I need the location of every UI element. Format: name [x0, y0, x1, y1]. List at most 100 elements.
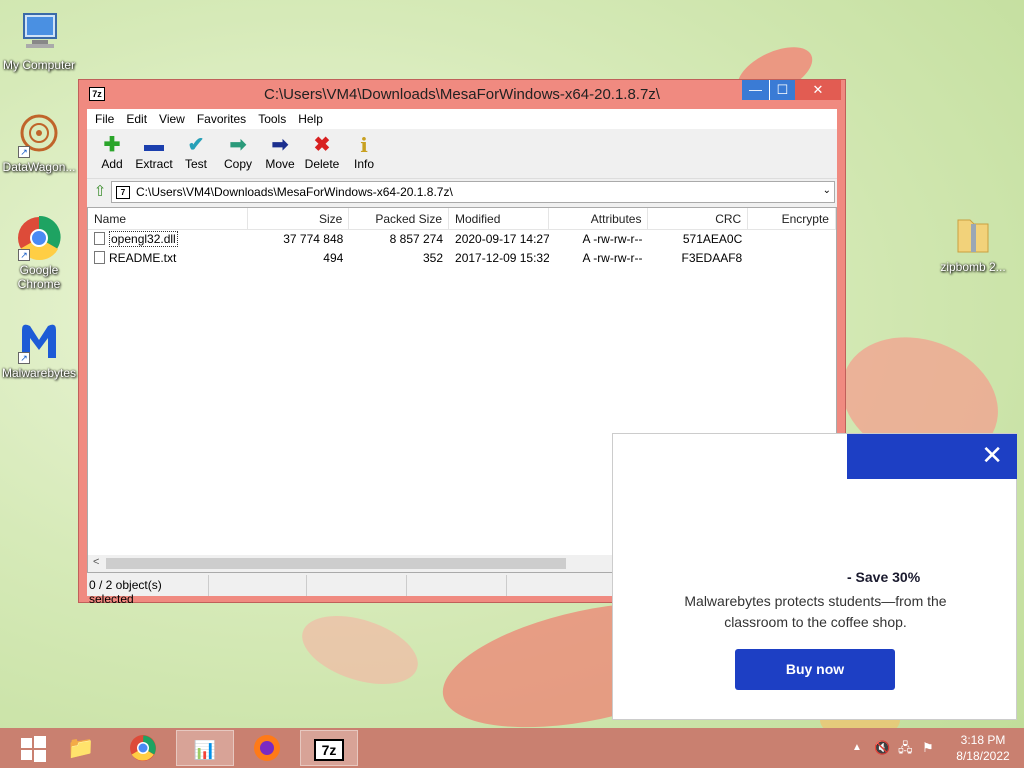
show-hidden-icons-icon[interactable]: ▲: [852, 728, 862, 768]
toolbar: ✚ Add ▬ Extract ✔ Test ➡ Copy ➡ Move ✖ D…: [87, 129, 837, 179]
taskbar-file-explorer[interactable]: 📁: [52, 730, 110, 766]
column-size[interactable]: Size: [248, 208, 350, 230]
text-file-icon: [94, 251, 105, 264]
desktop-icon-label: Malwarebytes: [1, 366, 77, 380]
desktop-icon-label: My Computer: [2, 58, 76, 72]
column-name[interactable]: Name: [88, 208, 248, 230]
table-row[interactable]: opengl32.dll 37 774 848 8 857 274 2020-0…: [88, 230, 836, 249]
system-clock[interactable]: 3:18 PM 8/18/2022: [948, 732, 1018, 764]
table-row[interactable]: README.txt 494 352 2017-12-09 15:32 A -r…: [88, 249, 836, 268]
clock-date: 8/18/2022: [956, 749, 1010, 763]
desktop-icon-malwarebytes[interactable]: ↗ Malwarebytes: [0, 318, 78, 380]
close-button[interactable]: ✕: [795, 80, 841, 100]
file-packed-size: 352: [423, 251, 444, 265]
windows-logo-icon: [21, 736, 46, 762]
file-packed-size: 8 857 274: [389, 232, 444, 246]
column-modified[interactable]: Modified: [449, 208, 549, 230]
status-panel: [307, 575, 407, 596]
menu-view[interactable]: View: [153, 109, 191, 129]
info-button[interactable]: i Info: [343, 129, 385, 178]
desktop-icon-google-chrome[interactable]: ↗ Google Chrome: [0, 215, 78, 291]
status-panel: [209, 575, 307, 596]
file-size: 494: [323, 251, 344, 265]
chevron-down-icon[interactable]: ⌄: [823, 185, 831, 196]
column-header-row: Name Size Packed Size Modified Attribute…: [88, 208, 836, 230]
delete-icon: ✖: [313, 134, 331, 156]
task-manager-icon: 📊: [193, 740, 217, 760]
desktop-icon-label: DataWagon...: [2, 160, 76, 174]
delete-button[interactable]: ✖ Delete: [301, 129, 343, 178]
volume-muted-icon[interactable]: 🔇: [874, 728, 890, 768]
taskbar-task-manager[interactable]: 📊: [176, 730, 234, 766]
wallpaper-petal: [293, 602, 427, 698]
file-crc: 571AEA0C: [682, 232, 743, 246]
file-name: README.txt: [109, 251, 177, 265]
extract-icon: ▬: [144, 134, 164, 156]
computer-icon: [16, 10, 62, 56]
close-icon[interactable]: ✕: [981, 442, 1003, 468]
chrome-icon: [130, 735, 156, 761]
add-label: Add: [101, 157, 123, 171]
action-center-icon[interactable]: ⚑: [922, 728, 934, 768]
network-icon[interactable]: 🖧: [898, 728, 913, 768]
ad-headline: - Save 30%: [847, 569, 921, 585]
column-encrypted[interactable]: Encrypte: [748, 208, 836, 230]
menu-file[interactable]: File: [89, 109, 120, 129]
scroll-left-icon[interactable]: <: [93, 556, 99, 568]
sevenzip-icon: 7z: [314, 739, 344, 762]
address-field[interactable]: 7 C:\Users\VM4\Downloads\MesaForWindows-…: [111, 181, 835, 203]
add-button[interactable]: ✚ Add: [91, 129, 133, 178]
dll-file-icon: [94, 232, 105, 245]
menu-favorites[interactable]: Favorites: [191, 109, 252, 129]
window-title: C:\Users\VM4\Downloads\MesaForWindows-x6…: [264, 86, 660, 103]
archive-icon: 7: [116, 185, 130, 199]
chrome-icon: ↗: [16, 215, 62, 261]
desktop-icon-my-computer[interactable]: My Computer: [0, 10, 78, 72]
column-packed-size[interactable]: Packed Size: [349, 208, 450, 230]
file-modified: 2017-12-09 15:32: [455, 251, 549, 265]
taskbar-firefox[interactable]: [238, 730, 296, 766]
menu-help[interactable]: Help: [292, 109, 329, 129]
file-attributes: A -rw-rw-r--: [582, 251, 643, 265]
test-label: Test: [184, 157, 207, 171]
file-encrypted: [748, 230, 836, 249]
taskbar-7zip[interactable]: 7z: [300, 730, 358, 766]
copy-button[interactable]: ➡ Copy: [217, 129, 259, 178]
title-bar[interactable]: 7z C:\Users\VM4\Downloads\MesaForWindows…: [79, 80, 845, 109]
move-icon: ➡: [271, 134, 289, 156]
copy-icon: ➡: [229, 134, 247, 156]
malwarebytes-icon: ↗: [16, 318, 62, 364]
buy-now-button[interactable]: Buy now: [735, 649, 895, 690]
zip-folder-icon: [950, 212, 996, 258]
shortcut-arrow-icon: ↗: [18, 352, 30, 364]
file-size: 37 774 848: [283, 232, 344, 246]
address-bar: ⇧ 7 C:\Users\VM4\Downloads\MesaForWindow…: [87, 179, 837, 205]
file-encrypted: [748, 249, 836, 268]
menu-bar: File Edit View Favorites Tools Help: [87, 109, 837, 129]
desktop-icon-zipbomb[interactable]: zipbomb 2...: [934, 212, 1012, 274]
extract-button[interactable]: ▬ Extract: [133, 129, 175, 178]
delete-label: Delete: [304, 157, 340, 171]
address-text: C:\Users\VM4\Downloads\MesaForWindows-x6…: [136, 185, 453, 199]
column-attributes[interactable]: Attributes: [549, 208, 649, 230]
menu-edit[interactable]: Edit: [120, 109, 153, 129]
shortcut-arrow-icon: ↗: [18, 249, 30, 261]
scrollbar-thumb[interactable]: [106, 558, 566, 569]
taskbar: 📁 📊 7z ▲ 🔇 🖧 ⚑ 3:18 PM 8/18/2022: [0, 728, 1024, 768]
folder-up-icon[interactable]: ⇧: [89, 181, 111, 203]
move-button[interactable]: ➡ Move: [259, 129, 301, 178]
desktop-icon-label: Google Chrome: [17, 263, 61, 291]
taskbar-google-chrome[interactable]: [114, 730, 172, 766]
copy-label: Copy: [223, 157, 252, 171]
datawagon-icon: ↗: [16, 112, 62, 158]
desktop-icon-datawagon[interactable]: ↗ DataWagon...: [0, 112, 78, 174]
file-explorer-icon: 📁: [67, 735, 95, 760]
info-label: Info: [353, 157, 374, 171]
column-crc[interactable]: CRC: [648, 208, 749, 230]
minimize-button[interactable]: —: [742, 80, 769, 100]
move-label: Move: [265, 157, 295, 171]
test-button[interactable]: ✔ Test: [175, 129, 217, 178]
menu-tools[interactable]: Tools: [252, 109, 292, 129]
maximize-button[interactable]: ☐: [769, 80, 795, 100]
ad-header: ✕: [847, 434, 1017, 479]
